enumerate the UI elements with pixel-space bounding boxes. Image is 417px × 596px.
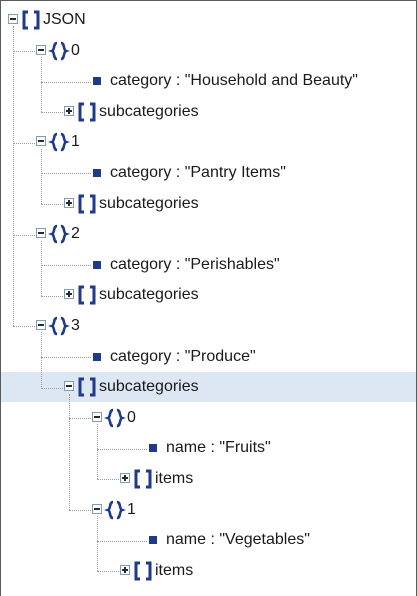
bracket-array-icon [132,560,154,582]
tree-row[interactable]: 1 [1,495,416,525]
minus-box-icon[interactable] [92,411,102,422]
brace-object-icon [47,315,71,337]
tree-row[interactable]: items [1,556,416,586]
square-leaf-icon [93,260,101,269]
square-leaf-icon [149,444,157,453]
tree-guide-line [97,424,99,480]
bracket-array-icon [76,193,98,215]
tree-node-label: 0 [127,408,136,426]
brace-object-icon [47,223,71,245]
tree-guide-line [69,418,91,420]
tree-row[interactable]: 0 [1,36,416,66]
tree-guide-line [41,148,43,204]
minus-box-icon[interactable] [36,44,46,55]
tree-row[interactable]: items [1,464,416,494]
tree-row[interactable]: JSON [1,5,416,35]
tree-guide-line [69,393,71,510]
tree-guide-line [41,295,63,298]
tree-guide-line [41,356,91,359]
tree-node-label: category : "Perishables" [110,255,280,273]
bracket-array-icon [132,468,154,490]
tree-guide-line [97,571,119,573]
tree-node-label: subcategories [99,378,199,396]
tree-guide-line [41,240,43,296]
tree-guide-line [41,56,43,113]
tree-node-label: JSON [43,11,86,28]
brace-object-icon [47,131,71,153]
tree-guide-line [41,387,63,390]
square-leaf-icon [93,77,101,86]
tree-node-label: 0 [71,41,80,59]
tree-node-label: category : "Household and Beauty" [110,72,358,90]
tree-node-label: category : "Produce" [110,347,256,365]
tree-guide-line [13,26,15,327]
tree-node-label: subcategories [99,102,199,120]
minus-box-icon[interactable] [36,136,46,147]
tree-guide-line [97,515,99,572]
plus-box-icon[interactable] [120,473,130,483]
plus-box-icon[interactable] [64,105,74,116]
tree-guide-line [13,234,35,237]
bracket-array-icon [76,101,98,123]
tree-row[interactable]: name : "Vegetables" [1,525,416,555]
minus-box-icon[interactable] [36,228,46,239]
tree-node-label: items [155,561,194,579]
minus-box-icon[interactable] [36,320,46,330]
tree-node-label: items [155,470,194,487]
tree-guide-line [69,509,91,512]
tree-node-label: name : "Vegetables" [166,531,310,549]
brace-object-icon [47,40,71,62]
minus-box-icon[interactable] [92,503,102,514]
tree-node-label: 1 [127,500,136,518]
tree-row[interactable]: 2 [1,219,416,249]
tree-guide-line [13,142,35,145]
square-leaf-icon [149,536,157,545]
bracket-array-icon [20,9,42,31]
brace-object-icon [103,407,127,429]
bracket-array-icon [76,376,98,398]
plus-box-icon[interactable] [64,289,74,300]
tree-guide-line [97,448,147,451]
square-leaf-icon [93,352,101,361]
tree-node-label: category : "Pantry Items" [110,164,286,181]
tree-node-label: subcategories [99,286,199,304]
json-tree-view: JSON 0 category : "Household and Beauty" su… [0,0,417,596]
tree-guide-line [41,112,63,114]
square-leaf-icon [93,169,101,177]
tree-row[interactable]: name : "Fruits" [1,433,416,463]
tree-node-label: 2 [71,225,80,243]
tree-row[interactable]: subcategories [1,372,416,403]
tree-guide-line [41,332,43,388]
brace-object-icon [103,499,127,521]
minus-box-icon[interactable] [64,381,74,392]
tree-row[interactable]: 1 [1,127,416,157]
tree-guide-line [41,81,91,84]
tree-row[interactable]: 0 [1,403,416,433]
tree-node-label: 3 [71,317,80,334]
tree-row[interactable]: subcategories [1,97,416,127]
tree-guide-line [41,173,91,175]
tree-guide-line [97,479,119,481]
plus-box-icon[interactable] [120,564,130,575]
tree-guide-line [41,203,63,206]
tree-guide-line [97,540,147,543]
tree-node-label: name : "Fruits" [166,439,271,457]
tree-row[interactable]: subcategories [1,280,416,310]
tree-guide-line [13,326,35,328]
bracket-array-icon [76,284,98,306]
tree-row[interactable]: 3 [1,311,416,341]
tree-guide-line [13,50,35,53]
tree-guide-line [41,265,91,267]
tree-row[interactable]: subcategories [1,189,416,219]
plus-box-icon[interactable] [64,197,74,208]
minus-box-icon[interactable] [8,14,18,24]
tree-node-label: 1 [71,133,80,151]
tree-node-label: subcategories [99,194,199,212]
